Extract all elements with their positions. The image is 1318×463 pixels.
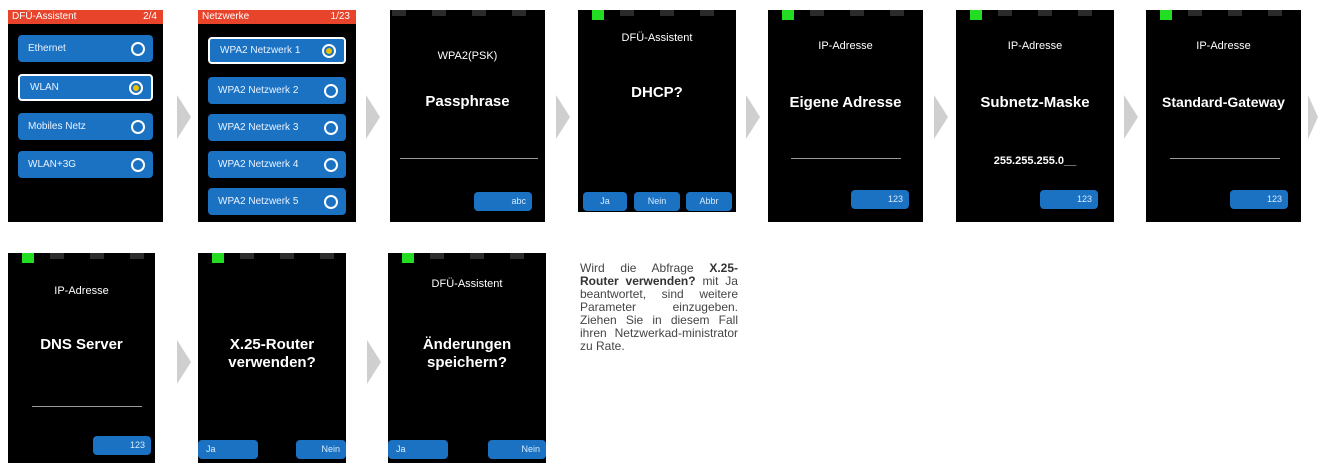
screen-subnet-mask: IP-Adresse Subnetz-Maske 255.255.255.0__… <box>956 10 1114 222</box>
screen-title: IP-Adresse <box>54 285 109 297</box>
screen-title: WPA2(PSK) <box>437 50 498 62</box>
screen-save-changes: DFÜ-Assistent Änderungen speichern? Ja N… <box>388 253 546 463</box>
next-arrow-icon <box>556 95 570 139</box>
input-field[interactable] <box>1170 158 1280 159</box>
status-bar <box>578 10 736 22</box>
screen-standard-gateway: IP-Adresse Standard-Gateway 123 <box>1146 10 1301 222</box>
no-button[interactable]: Nein <box>634 192 680 211</box>
option-label: WLAN <box>30 82 59 93</box>
option-label: Mobiles Netz <box>28 121 86 132</box>
status-bar <box>768 10 923 22</box>
input-field[interactable] <box>32 406 142 407</box>
option-wlan[interactable]: WLAN <box>18 74 153 101</box>
radio-icon <box>324 157 338 172</box>
next-arrow-icon <box>1124 95 1138 139</box>
radio-icon <box>131 119 145 134</box>
radio-icon <box>324 194 338 209</box>
note-part-1: Wird die Abfrage <box>580 261 694 275</box>
header-page: 2/4 <box>143 11 157 22</box>
abort-button[interactable]: Abbr <box>686 192 732 211</box>
option-wlan-3g[interactable]: WLAN+3G <box>18 151 153 178</box>
keyboard-abc-button[interactable]: abc <box>474 192 532 211</box>
screen-title: DFÜ-Assistent <box>621 32 693 44</box>
option-label: Ethernet <box>28 43 66 54</box>
numeric-keyboard-button[interactable]: 123 <box>851 190 909 209</box>
next-arrow-icon <box>746 95 760 139</box>
network-item-4[interactable]: WPA2 Netzwerk 4 <box>208 151 346 178</box>
prompt-line-2: speichern? <box>426 354 508 371</box>
input-field[interactable] <box>400 158 538 159</box>
network-label: WPA2 Netzwerk 2 <box>218 85 299 96</box>
option-mobile-network[interactable]: Mobiles Netz <box>18 113 153 140</box>
numeric-keyboard-button[interactable]: 123 <box>1040 190 1098 209</box>
screen-title: IP-Adresse <box>818 40 873 52</box>
yes-button[interactable]: Ja <box>583 192 627 211</box>
radio-selected-icon <box>322 43 336 58</box>
screen-dhcp: DFÜ-Assistent DHCP? Ja Nein Abbr <box>578 10 736 212</box>
header-title: Netzwerke <box>202 11 250 22</box>
status-bar <box>388 253 546 265</box>
prompt-line-2: verwenden? <box>228 354 316 371</box>
screen-header: DFÜ-Assistent 2/4 <box>8 10 163 24</box>
next-arrow-icon <box>177 95 191 139</box>
prompt-text: Subnetz-Maske <box>980 94 1090 111</box>
prompt-text: Standard-Gateway <box>1162 94 1285 110</box>
next-arrow-icon <box>367 340 381 384</box>
numeric-keyboard-button[interactable]: 123 <box>1230 190 1288 209</box>
prompt-text: DNS Server <box>40 336 123 353</box>
status-bar <box>390 10 545 22</box>
next-arrow-icon <box>934 95 948 139</box>
next-arrow-icon <box>177 340 191 384</box>
status-bar <box>8 253 155 265</box>
explanation-note: Wird die Abfrage X.25-Router verwenden? … <box>580 262 738 353</box>
network-label: WPA2 Netzwerk 5 <box>218 196 299 207</box>
screen-passphrase: WPA2(PSK) Passphrase abc <box>390 10 545 222</box>
radio-icon <box>131 41 145 56</box>
input-field[interactable] <box>791 158 901 159</box>
yes-button[interactable]: Ja <box>388 440 448 459</box>
no-button[interactable]: Nein <box>296 440 346 459</box>
screen-dns-server: IP-Adresse DNS Server 123 <box>8 253 155 463</box>
screen-title: DFÜ-Assistent <box>431 278 503 290</box>
status-bar <box>198 253 346 265</box>
network-label: WPA2 Netzwerk 4 <box>218 159 299 170</box>
yes-button[interactable]: Ja <box>198 440 258 459</box>
screen-own-address: IP-Adresse Eigene Adresse 123 <box>768 10 923 222</box>
next-arrow-icon <box>366 95 380 139</box>
radio-icon <box>131 157 145 172</box>
numeric-keyboard-button[interactable]: 123 <box>93 436 151 455</box>
prompt-text: Passphrase <box>425 93 510 110</box>
subnet-value[interactable]: 255.255.255.0__ <box>956 155 1114 167</box>
prompt-text: DHCP? <box>631 84 683 101</box>
screen-networks: Netzwerke 1/23 WPA2 Netzwerk 1 WPA2 Netz… <box>198 10 356 222</box>
network-item-2[interactable]: WPA2 Netzwerk 2 <box>208 77 346 104</box>
status-bar <box>1146 10 1301 22</box>
header-page: 1/23 <box>330 11 350 22</box>
network-item-5[interactable]: WPA2 Netzwerk 5 <box>208 188 346 215</box>
radio-icon <box>324 83 338 98</box>
prompt-line-1: X.25-Router <box>229 336 315 353</box>
prompt-line-1: Änderungen <box>422 336 512 353</box>
screen-title: IP-Adresse <box>1007 40 1063 52</box>
radio-icon <box>324 120 338 135</box>
network-item-1[interactable]: WPA2 Netzwerk 1 <box>208 37 346 64</box>
screen-header: Netzwerke 1/23 <box>198 10 356 24</box>
next-arrow-icon <box>1308 95 1318 139</box>
no-button[interactable]: Nein <box>488 440 546 459</box>
option-ethernet[interactable]: Ethernet <box>18 35 153 62</box>
network-item-3[interactable]: WPA2 Netzwerk 3 <box>208 114 346 141</box>
prompt-text: Eigene Adresse <box>789 94 902 111</box>
screen-x25-router: X.25-Router verwenden? Ja Nein <box>198 253 346 463</box>
network-label: WPA2 Netzwerk 3 <box>218 122 299 133</box>
network-label: WPA2 Netzwerk 1 <box>220 45 301 56</box>
screen-connection-type: DFÜ-Assistent 2/4 Ethernet WLAN Mobiles … <box>8 10 163 222</box>
header-title: DFÜ-Assistent <box>12 11 77 22</box>
status-bar <box>956 10 1114 22</box>
option-label: WLAN+3G <box>28 159 77 170</box>
radio-selected-icon <box>129 80 143 95</box>
screen-title: IP-Adresse <box>1196 40 1251 52</box>
